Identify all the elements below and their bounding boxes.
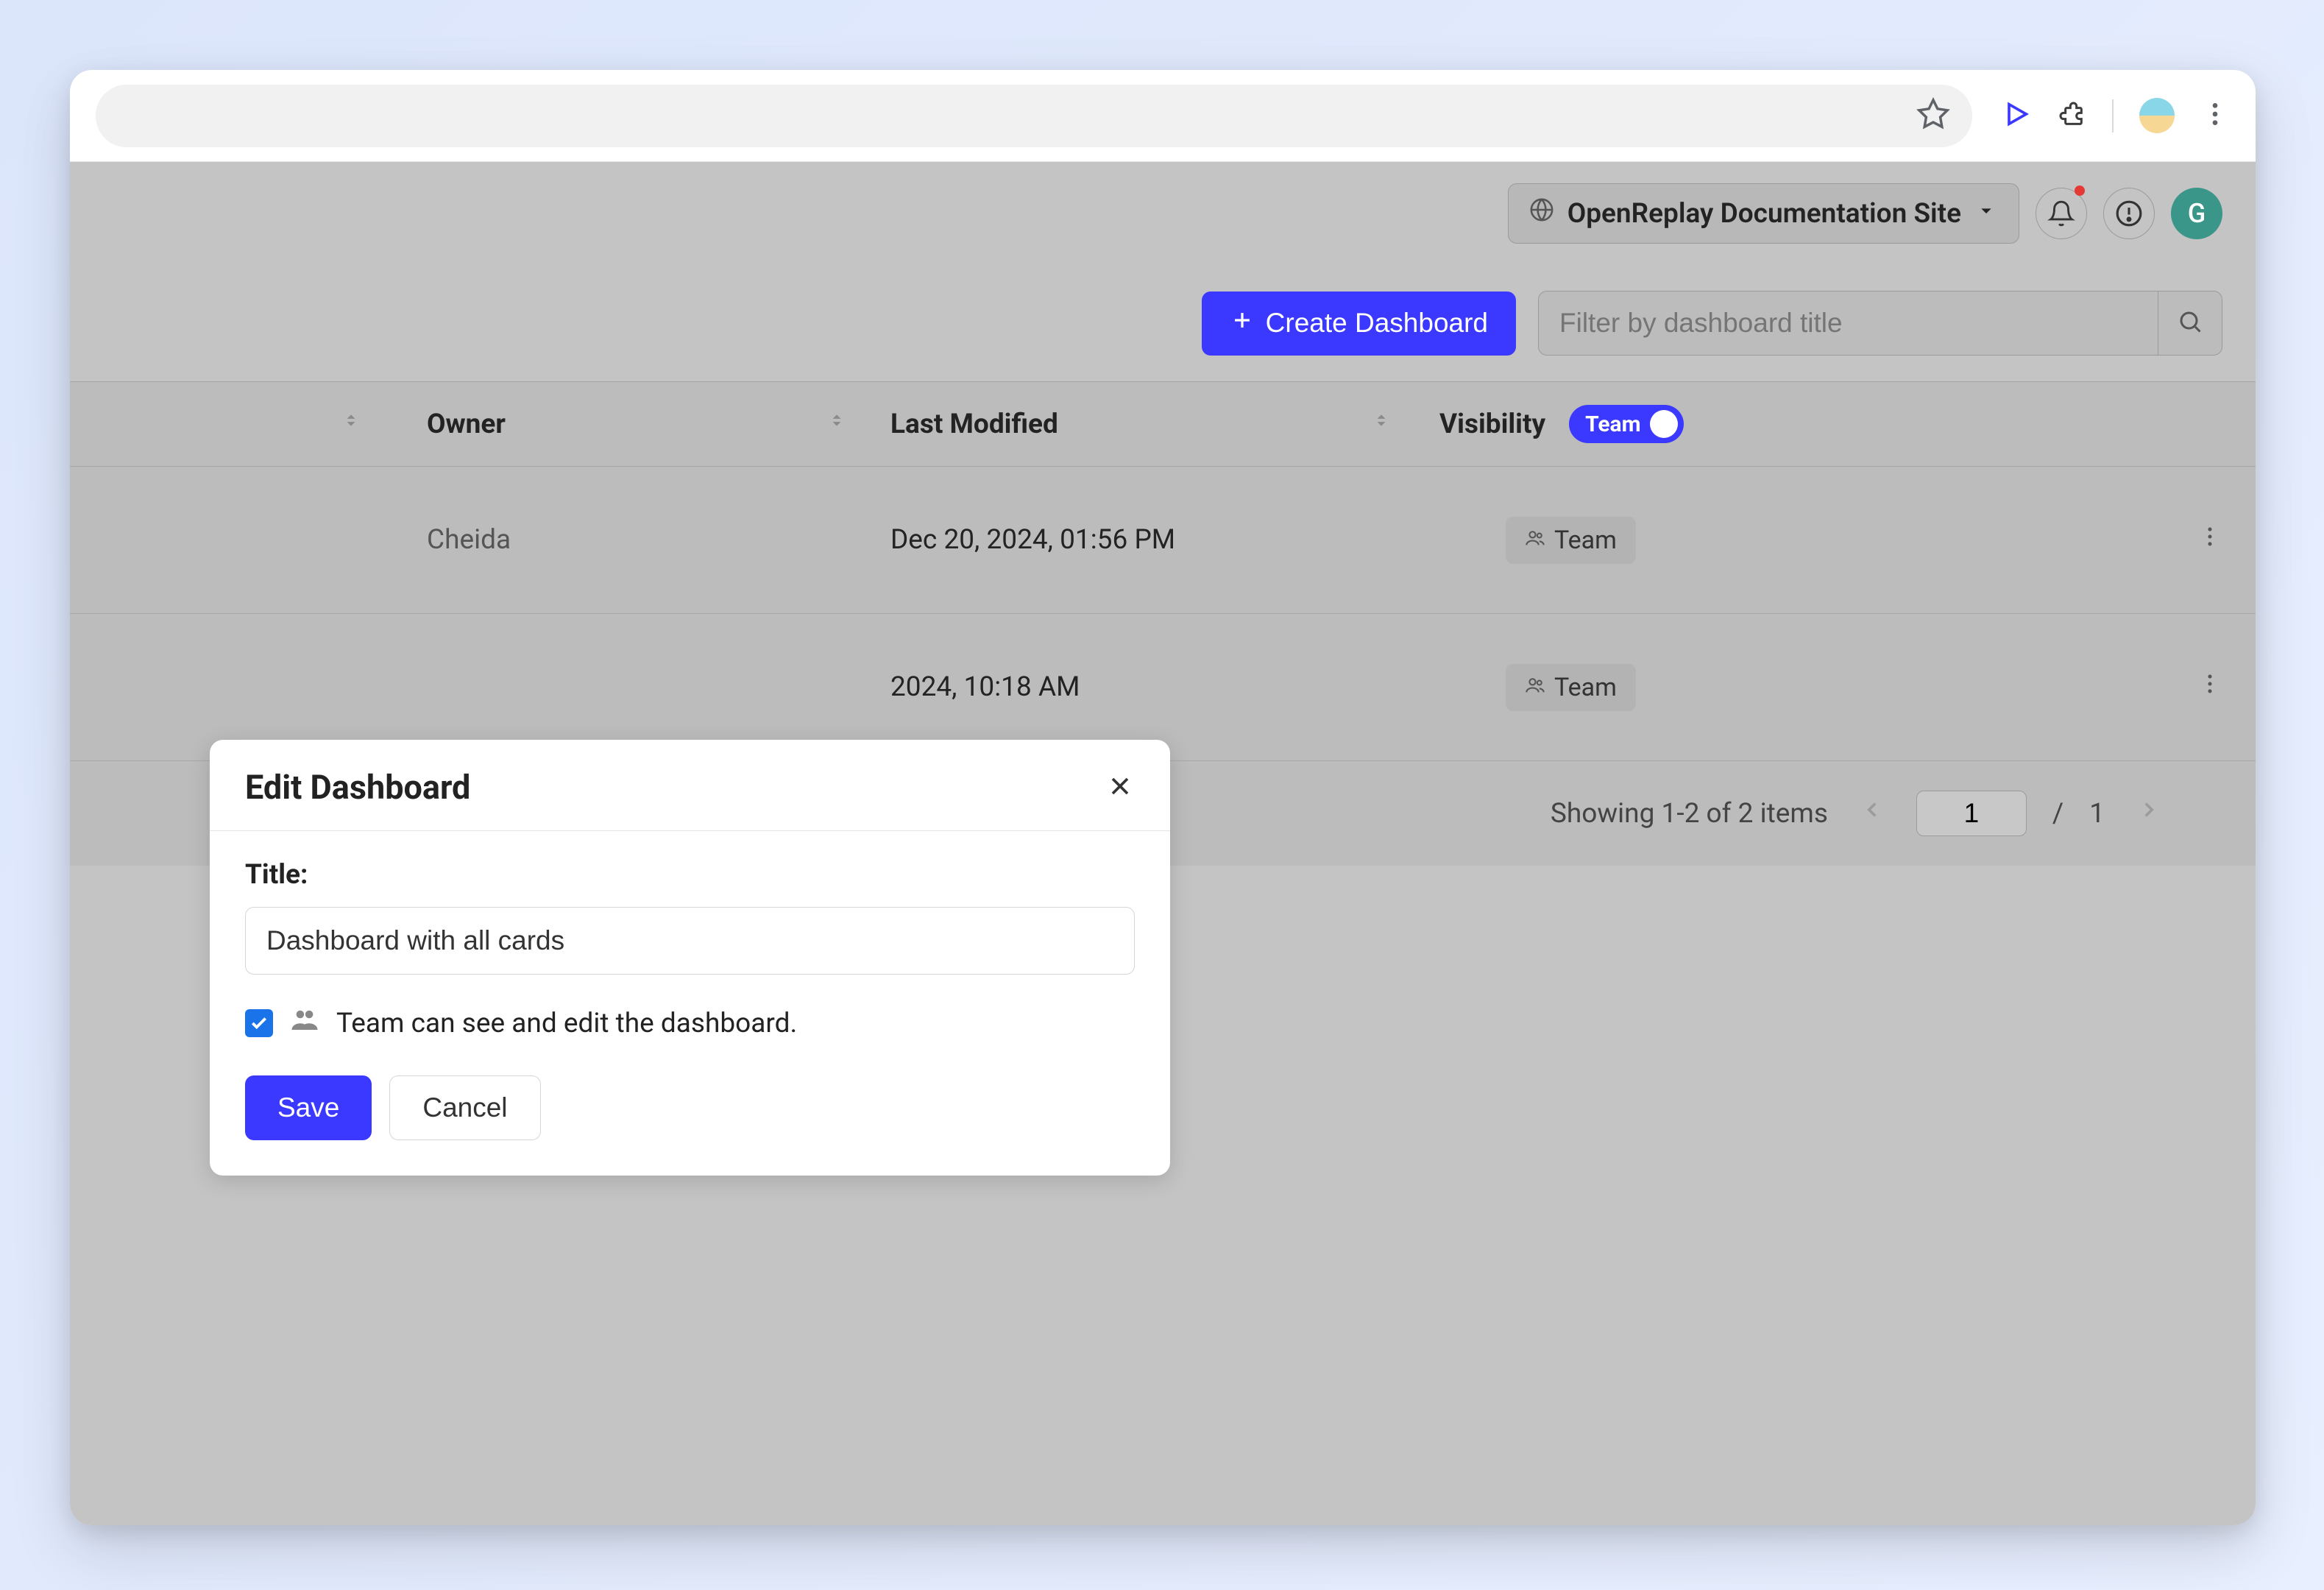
- edit-dashboard-modal: Edit Dashboard Title: Team can see and e…: [210, 740, 1170, 1176]
- col-owner[interactable]: Owner: [361, 408, 890, 440]
- close-icon[interactable]: [1105, 771, 1135, 804]
- cell-last-modified: Dec 20, 2024, 01:56 PM: [890, 524, 1435, 556]
- row-menu-icon[interactable]: [2197, 524, 2222, 556]
- table-row[interactable]: Cheida Dec 20, 2024, 01:56 PM Team: [70, 467, 2256, 614]
- cell-visibility: Team: [1435, 517, 1958, 564]
- project-name: OpenReplay Documentation Site: [1567, 198, 1961, 230]
- browser-window: OpenReplay Documentation Site G Create D…: [70, 70, 2256, 1525]
- browser-menu-icon[interactable]: [2200, 99, 2230, 132]
- address-bar[interactable]: [96, 85, 1972, 147]
- create-dashboard-button[interactable]: Create Dashboard: [1202, 292, 1516, 356]
- toggle-knob: [1650, 410, 1678, 438]
- sort-icon: [1372, 408, 1391, 440]
- help-button[interactable]: [2103, 188, 2155, 239]
- toolbar-divider: [2112, 99, 2114, 132]
- cancel-button[interactable]: Cancel: [389, 1075, 540, 1140]
- row-menu-icon[interactable]: [2197, 671, 2222, 704]
- chevron-down-icon: [1974, 198, 1998, 230]
- create-button-label: Create Dashboard: [1266, 308, 1488, 339]
- title-field-label: Title:: [245, 859, 1135, 891]
- table-row[interactable]: 2024, 10:18 AM Team: [70, 614, 2256, 761]
- toolbar: Create Dashboard: [70, 291, 2256, 381]
- pagination-total: 1: [2089, 798, 2105, 830]
- search-input[interactable]: [1538, 291, 2158, 356]
- col-sort-spacer[interactable]: [103, 408, 361, 440]
- play-icon[interactable]: [2002, 99, 2031, 132]
- user-avatar[interactable]: G: [2171, 188, 2222, 239]
- search-icon: [2177, 308, 2203, 338]
- visibility-toggle[interactable]: Team: [1569, 405, 1683, 443]
- sort-icon: [341, 408, 361, 440]
- next-page-icon[interactable]: [2130, 797, 2167, 830]
- save-button[interactable]: Save: [245, 1075, 372, 1140]
- app-header: OpenReplay Documentation Site G: [70, 162, 2256, 265]
- page-input[interactable]: [1916, 791, 2027, 836]
- col-visibility: Visibility Team: [1435, 405, 1958, 443]
- team-visibility-checkbox[interactable]: [245, 1009, 273, 1037]
- cell-owner: Cheida: [361, 524, 890, 556]
- visibility-chip: Team: [1506, 664, 1636, 711]
- project-selector[interactable]: OpenReplay Documentation Site: [1508, 183, 2019, 244]
- pagination-summary: Showing 1-2 of 2 items: [1551, 798, 1828, 830]
- team-visibility-label: Team can see and edit the dashboard.: [336, 1008, 797, 1039]
- prev-page-icon[interactable]: [1854, 797, 1891, 830]
- bookmark-star-icon[interactable]: [1916, 97, 1950, 134]
- table-header: Owner Last Modified Visibility Team: [70, 382, 2256, 467]
- modal-title: Edit Dashboard: [245, 768, 470, 807]
- people-icon: [289, 1004, 320, 1042]
- dashboard-title-input[interactable]: [245, 907, 1135, 975]
- notification-dot: [2075, 186, 2085, 196]
- col-last-modified[interactable]: Last Modified: [890, 408, 1435, 440]
- sort-icon: [827, 408, 846, 440]
- globe-icon: [1529, 197, 1554, 230]
- browser-toolbar-icons: [1987, 98, 2230, 133]
- team-visibility-option[interactable]: Team can see and edit the dashboard.: [245, 1004, 1135, 1042]
- team-icon: [1525, 673, 1545, 702]
- browser-profile-avatar[interactable]: [2139, 98, 2175, 133]
- search-button[interactable]: [2158, 291, 2222, 356]
- modal-body: Title: Team can see and edit the dashboa…: [210, 831, 1170, 1075]
- search-box: [1538, 291, 2222, 356]
- team-icon: [1525, 526, 1545, 555]
- extension-icon[interactable]: [2057, 99, 2086, 132]
- notifications-button[interactable]: [2036, 188, 2087, 239]
- cell-visibility: Team: [1435, 664, 1958, 711]
- browser-chrome: [70, 70, 2256, 162]
- modal-footer: Save Cancel: [210, 1075, 1170, 1176]
- cell-last-modified: 2024, 10:18 AM: [890, 671, 1435, 703]
- plus-icon: [1230, 308, 1255, 339]
- pagination-separator: /: [2052, 798, 2063, 830]
- modal-header: Edit Dashboard: [210, 740, 1170, 831]
- visibility-chip: Team: [1506, 517, 1636, 564]
